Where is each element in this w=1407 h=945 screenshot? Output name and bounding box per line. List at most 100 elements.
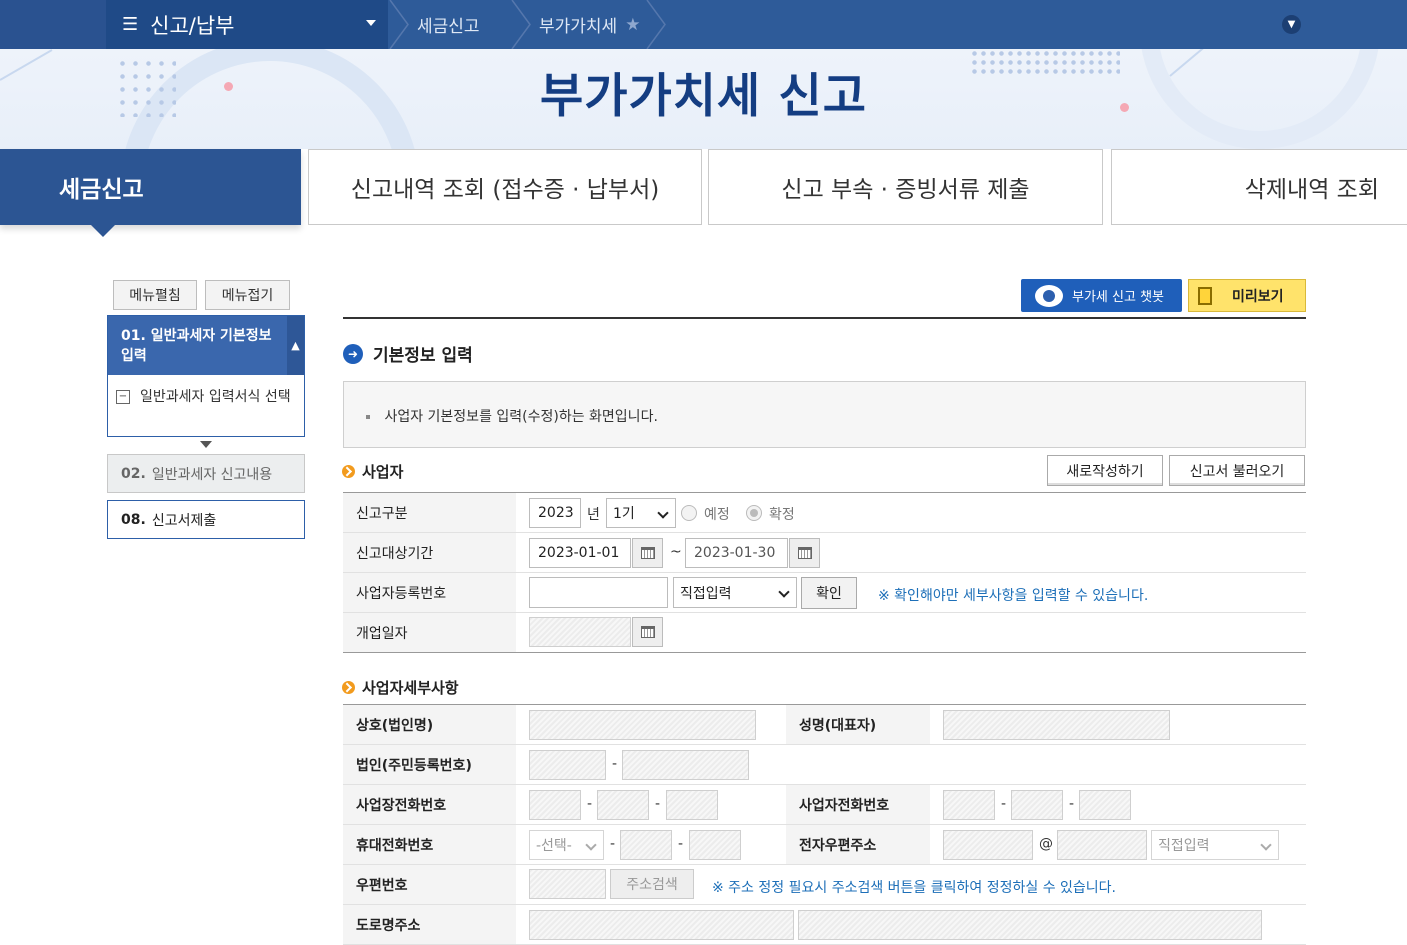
breadcrumb-separator-icon (389, 0, 409, 49)
zip-label: 우편번호 (343, 865, 516, 904)
mobile-select-value: -선택- (536, 838, 572, 854)
breadcrumb-tax-filing[interactable]: 세금신고 (417, 0, 480, 49)
divider (343, 317, 1306, 319)
menu-collapse-button[interactable]: 메뉴접기 (205, 280, 290, 310)
form-row-report-type: 신고구분 2023 년 1기 예정 확정 (343, 493, 1306, 533)
breadcrumb-vat[interactable]: 부가가치세 ★ (539, 0, 640, 49)
preview-button[interactable]: 미리보기 (1188, 279, 1306, 312)
new-report-button[interactable]: 새로작성하기 (1047, 455, 1163, 486)
biz-phone-input-1[interactable] (529, 790, 581, 820)
tab-attachment-submit[interactable]: 신고 부속 · 증빙서류 제출 (708, 149, 1103, 225)
owner-phone-input-3[interactable] (1079, 790, 1131, 820)
form-row-open-date: 개업일자 (343, 613, 1306, 653)
side-step-submit[interactable]: 08. 신고서제출 (107, 500, 305, 539)
load-report-button[interactable]: 신고서 불러오기 (1169, 455, 1305, 486)
corp-no-input-2[interactable] (622, 750, 749, 780)
period-select[interactable]: 1기 (606, 498, 676, 528)
road-address-input-1[interactable] (529, 910, 794, 940)
info-box: 사업자 기본정보를 입력(수정)하는 화면입니다. (343, 381, 1306, 448)
calendar-icon[interactable] (632, 617, 663, 647)
chevron-down-icon (1260, 839, 1272, 851)
side-step-8-number: 08. (121, 511, 146, 528)
calendar-icon[interactable] (789, 538, 820, 568)
page-title: 부가가치세 신고 (539, 69, 868, 124)
preview-label: 미리보기 (1232, 288, 1284, 305)
form-row-corp-no: 법인(주민등록번호) - (343, 745, 1306, 785)
caret-down-icon (366, 20, 376, 26)
bizno-mode-select[interactable]: 직접입력 (673, 577, 797, 608)
side-step-1-header[interactable]: 01. 일반과세자 기본정보 입력 ▲ (108, 316, 304, 375)
rep-name-input[interactable] (943, 710, 1170, 740)
radio-preliminary[interactable] (681, 505, 697, 521)
chevron-down-icon[interactable]: ▼ (1282, 15, 1301, 34)
radio-preliminary-label: 예정 (704, 507, 730, 523)
dash: - (1069, 796, 1075, 812)
arrow-right-circle-icon: ➜ (343, 343, 363, 364)
side-sub-item-form-select[interactable]: − 일반과세자 입력서식 선택 (108, 375, 304, 407)
trade-name-input[interactable] (529, 710, 756, 740)
bizno-label: 사업자등록번호 (343, 573, 516, 612)
biz-phone-input-2[interactable] (597, 790, 649, 820)
report-type-label: 신고구분 (343, 493, 516, 532)
radio-final[interactable] (746, 505, 762, 521)
chatbot-icon (1035, 284, 1063, 307)
business-form: 신고구분 2023 년 1기 예정 확정 신고대상기간 2023-01-01 ~… (343, 492, 1306, 653)
tab-filing-history[interactable]: 신고내역 조회 (접수증 · 납부서) (308, 149, 702, 225)
mobile-input-2[interactable] (620, 830, 672, 860)
tab-deleted-history[interactable]: 삭제내역 조회 (1111, 149, 1407, 225)
mobile-label: 휴대전화번호 (343, 825, 516, 864)
bizno-confirm-button[interactable]: 확인 (801, 577, 857, 609)
info-text: 사업자 기본정보를 입력(수정)하는 화면입니다. (384, 409, 658, 425)
side-step-report-content[interactable]: 02. 일반과세자 신고내용 (107, 454, 305, 493)
orange-arrow-icon (342, 465, 355, 478)
date-from-input[interactable]: 2023-01-01 (529, 538, 631, 568)
page-banner: 부가가치세 신고 (0, 49, 1407, 149)
dash: - (612, 756, 618, 772)
road-address-label: 도로명주소 (343, 905, 516, 944)
bizno-input[interactable] (529, 577, 668, 608)
form-row-zip: 우편번호 주소검색 ※ 주소 정정 필요시 주소검색 버튼을 클릭하여 정정하실… (343, 865, 1306, 905)
corp-no-input-1[interactable] (529, 750, 606, 780)
tab-tax-filing[interactable]: 세금신고 (0, 149, 301, 225)
address-search-button[interactable]: 주소검색 (610, 869, 694, 899)
email-id-input[interactable] (943, 830, 1033, 860)
address-note: ※ 주소 정정 필요시 주소검색 버튼을 클릭하여 정정하실 수 있습니다. (712, 880, 1116, 896)
zip-input[interactable] (529, 869, 606, 899)
owner-phone-input-1[interactable] (943, 790, 995, 820)
breadcrumb-vat-label: 부가가치세 (539, 17, 618, 37)
radio-final-label: 확정 (769, 507, 795, 523)
period-select-value: 1기 (613, 506, 635, 522)
date-to-input[interactable]: 2023-01-30 (685, 538, 788, 568)
menu-expand-button[interactable]: 메뉴펼침 (113, 280, 197, 310)
email-domain-select[interactable]: 직접입력 (1151, 830, 1279, 860)
dash: - (610, 836, 616, 852)
mobile-prefix-select[interactable]: -선택- (529, 830, 604, 860)
road-address-input-2[interactable] (798, 910, 1262, 940)
calendar-icon[interactable] (632, 538, 663, 568)
chevron-up-icon[interactable]: ▲ (287, 316, 304, 375)
business-section-title: 사업자 (342, 461, 403, 482)
detail-title-text: 사업자세부사항 (362, 679, 459, 697)
breadcrumb-separator-icon (511, 0, 531, 49)
detail-form: 상호(법인명) 성명(대표자) 법인(주민등록번호) - 사업장전화번호 - -… (343, 704, 1306, 945)
detail-section-title: 사업자세부사항 (342, 677, 459, 698)
star-icon[interactable]: ★ (625, 15, 640, 35)
dash: - (678, 836, 684, 852)
chevron-down-icon (585, 839, 597, 851)
owner-phone-label: 사업자전화번호 (786, 785, 930, 824)
email-at: @ (1039, 836, 1053, 852)
form-row-phones: 사업장전화번호 - - 사업자전화번호 - - (343, 785, 1306, 825)
email-domain-input[interactable] (1057, 830, 1147, 860)
open-date-input[interactable] (529, 617, 631, 647)
year-input[interactable]: 2023 (529, 498, 581, 528)
main-menu-dropdown[interactable]: ☰ 신고/납부 (106, 0, 388, 49)
biz-phone-input-3[interactable] (666, 790, 718, 820)
side-step-1-number: 01. (121, 328, 146, 344)
owner-phone-input-2[interactable] (1011, 790, 1063, 820)
vat-chatbot-button[interactable]: 부가세 신고 챗봇 (1021, 279, 1182, 312)
range-tilde: ~ (670, 544, 682, 560)
mobile-input-3[interactable] (689, 830, 741, 860)
minus-box-icon: − (116, 390, 130, 404)
side-step-8-label: 신고서제출 (151, 512, 217, 529)
side-step-2-label: 일반과세자 신고내용 (151, 466, 273, 483)
